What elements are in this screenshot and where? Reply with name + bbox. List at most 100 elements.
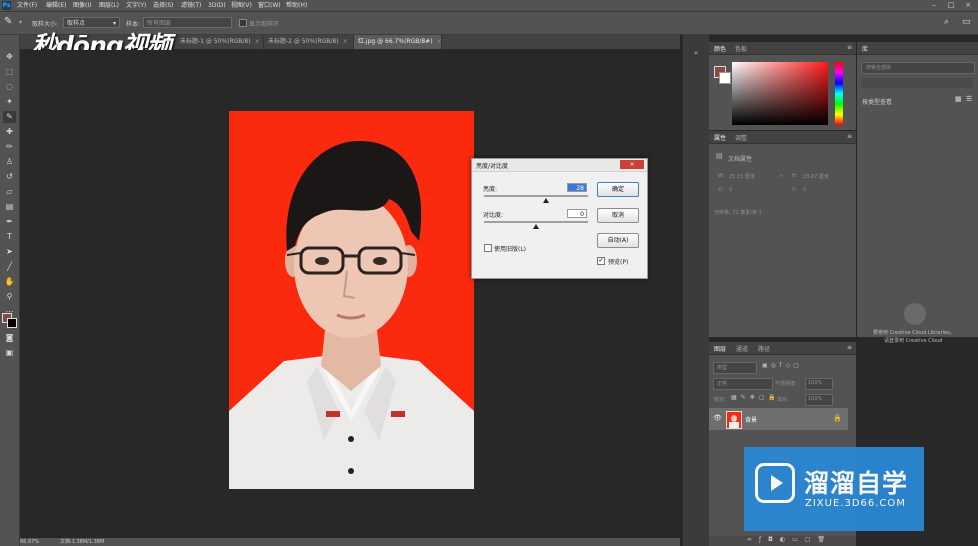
- tool-preset-chevron-icon[interactable]: ▾: [19, 19, 22, 26]
- library-select[interactable]: [861, 78, 973, 88]
- tab-layers[interactable]: 图层: [714, 344, 726, 353]
- layer-name[interactable]: 背景: [745, 415, 757, 424]
- preview-checkbox[interactable]: ✔: [597, 257, 605, 265]
- brightness-input[interactable]: 28: [567, 183, 587, 192]
- menu-view[interactable]: 视图(V): [231, 1, 252, 10]
- menu-window[interactable]: 窗口(W): [258, 1, 281, 10]
- cancel-button[interactable]: 取消: [597, 208, 639, 223]
- panel-menu-icon[interactable]: ≡: [847, 133, 852, 140]
- eyedropper-tool-icon[interactable]: ✎: [4, 16, 12, 27]
- list-view-icon[interactable]: ☰: [966, 95, 972, 103]
- line-tool-icon[interactable]: ╱: [3, 261, 16, 273]
- layer-row-background[interactable]: 👁 背景 🔒: [709, 408, 848, 430]
- menu-type[interactable]: 文字(Y): [126, 1, 146, 10]
- tab-hong-jpg[interactable]: 红.jpg @ 66.7%(RGB/8#) ×: [354, 35, 442, 49]
- menu-filter[interactable]: 滤镜(T): [181, 1, 201, 10]
- contrast-slider-track[interactable]: [484, 221, 588, 223]
- tab-channels[interactable]: 通道: [736, 344, 748, 353]
- h-value[interactable]: 33.87 厘米: [803, 173, 829, 180]
- x-label: X:: [718, 187, 724, 193]
- show-sampling-ring-checkbox[interactable]: [239, 19, 247, 27]
- panel-menu-icon[interactable]: ≡: [847, 344, 852, 351]
- marquee-tool-icon[interactable]: ⬚: [3, 66, 16, 78]
- screen-mode-icon[interactable]: ▣: [3, 347, 16, 359]
- maximize-icon[interactable]: □: [943, 0, 959, 11]
- auto-button[interactable]: 自动(A): [597, 233, 639, 248]
- menu-file[interactable]: 文件(F): [17, 1, 37, 10]
- menu-image[interactable]: 图像(I): [73, 1, 91, 10]
- workspace-icon[interactable]: ▭: [962, 17, 971, 27]
- quick-mask-icon[interactable]: ◙: [3, 332, 16, 344]
- use-legacy-checkbox[interactable]: [484, 244, 492, 252]
- layer-kind-filter[interactable]: 类型: [713, 362, 757, 374]
- menu-select[interactable]: 选择(S): [153, 1, 174, 10]
- background-color-swatch[interactable]: [719, 72, 731, 84]
- panel-menu-icon[interactable]: ≡: [847, 44, 852, 51]
- layer-filter-icons[interactable]: ▣◎T◇▢: [762, 362, 802, 369]
- move-tool-icon[interactable]: ✥: [3, 51, 16, 63]
- brightness-slider-track[interactable]: [484, 195, 588, 197]
- tab-swatches[interactable]: 色板: [735, 44, 747, 53]
- eraser-tool-icon[interactable]: ▱: [3, 186, 16, 198]
- blend-mode-select[interactable]: 正常: [713, 378, 773, 390]
- lock-icon[interactable]: 🔒: [833, 414, 842, 422]
- tab-properties[interactable]: 属性: [714, 133, 726, 142]
- lasso-tool-icon[interactable]: ◌: [3, 81, 16, 93]
- w-value[interactable]: 25.15 厘米: [729, 173, 755, 180]
- layer-action-icons[interactable]: ∞ƒ◘◐▭▢🗑: [747, 536, 832, 543]
- visibility-eye-icon[interactable]: 👁: [713, 414, 722, 422]
- cc-message-2[interactable]: 请登录到 Creative Cloud: [884, 337, 942, 344]
- opacity-input[interactable]: 100%: [805, 378, 833, 390]
- type-tool-icon[interactable]: T: [3, 231, 16, 243]
- close-icon[interactable]: ×: [343, 38, 348, 45]
- tab-untitled-2[interactable]: 未标题-2 @ 50%(RGB/8) ×: [264, 35, 354, 49]
- library-search-input[interactable]: 搜索全部库: [861, 62, 975, 74]
- menu-help[interactable]: 帮助(H): [286, 1, 307, 10]
- healing-brush-tool-icon[interactable]: ✚: [3, 126, 16, 138]
- pen-tool-icon[interactable]: ✒: [3, 216, 16, 228]
- eyedropper-tool-icon[interactable]: ✎: [3, 111, 16, 123]
- path-select-tool-icon[interactable]: ➤: [3, 246, 16, 258]
- search-icon[interactable]: ⌕: [944, 17, 949, 27]
- dialog-titlebar[interactable]: 亮度/对比度 ×: [472, 159, 647, 172]
- brush-tool-icon[interactable]: ✏: [3, 141, 16, 153]
- zoom-tool-icon[interactable]: ⚲: [3, 291, 16, 303]
- close-icon[interactable]: ×: [437, 38, 442, 45]
- tab-libraries[interactable]: 库: [862, 44, 868, 53]
- fill-label: 填充:: [777, 397, 789, 403]
- quick-select-tool-icon[interactable]: ✦: [3, 96, 16, 108]
- zoom-level[interactable]: 66.67%: [20, 538, 39, 546]
- link-icon[interactable]: ∞: [779, 173, 783, 179]
- close-icon[interactable]: ×: [255, 38, 260, 45]
- menu-layer[interactable]: 图层(L): [99, 1, 119, 10]
- collapse-panels-icon[interactable]: «: [689, 49, 703, 59]
- fill-input[interactable]: 100%: [805, 394, 833, 406]
- y-value[interactable]: 0: [803, 187, 806, 193]
- minimize-icon[interactable]: –: [926, 0, 942, 11]
- brightness-slider-thumb[interactable]: [543, 198, 550, 203]
- lock-label: 锁定:: [714, 397, 726, 403]
- contrast-slider-thumb[interactable]: [533, 224, 539, 229]
- tab-adjustments[interactable]: 调整: [735, 133, 747, 142]
- close-window-icon[interactable]: ×: [960, 0, 976, 11]
- clone-stamp-tool-icon[interactable]: ♙: [3, 156, 16, 168]
- color-field[interactable]: [732, 62, 828, 125]
- background-color-swatch[interactable]: [7, 318, 17, 328]
- lock-icons[interactable]: ▦✎✥▢🔒: [731, 394, 780, 401]
- menu-edit[interactable]: 编辑(E): [46, 1, 66, 10]
- dialog-close-button[interactable]: ×: [620, 160, 644, 169]
- grid-view-icon[interactable]: ▦: [955, 95, 962, 103]
- x-value[interactable]: 0: [729, 187, 732, 193]
- tab-paths[interactable]: 路径: [758, 344, 770, 353]
- hue-slider[interactable]: [835, 62, 843, 125]
- history-brush-tool-icon[interactable]: ↺: [3, 171, 16, 183]
- tab-color[interactable]: 颜色: [714, 44, 726, 53]
- view-by-type[interactable]: 按类型查看: [862, 97, 892, 106]
- tools-panel: ✥ ⬚ ◌ ✦ ✎ ✚ ✏ ♙ ↺ ▱ ▤ ✒ T ➤ ╱ ✋ ⚲ ⋯ ◙ ▣: [0, 35, 20, 546]
- tab-untitled-1[interactable]: 未标题-1 @ 50%(RGB/8) ×: [176, 35, 264, 49]
- contrast-input[interactable]: 0: [567, 209, 587, 218]
- menu-3d[interactable]: 3D(D): [208, 1, 226, 10]
- hand-tool-icon[interactable]: ✋: [3, 276, 16, 288]
- ok-button[interactable]: 确定: [597, 182, 639, 197]
- gradient-tool-icon[interactable]: ▤: [3, 201, 16, 213]
